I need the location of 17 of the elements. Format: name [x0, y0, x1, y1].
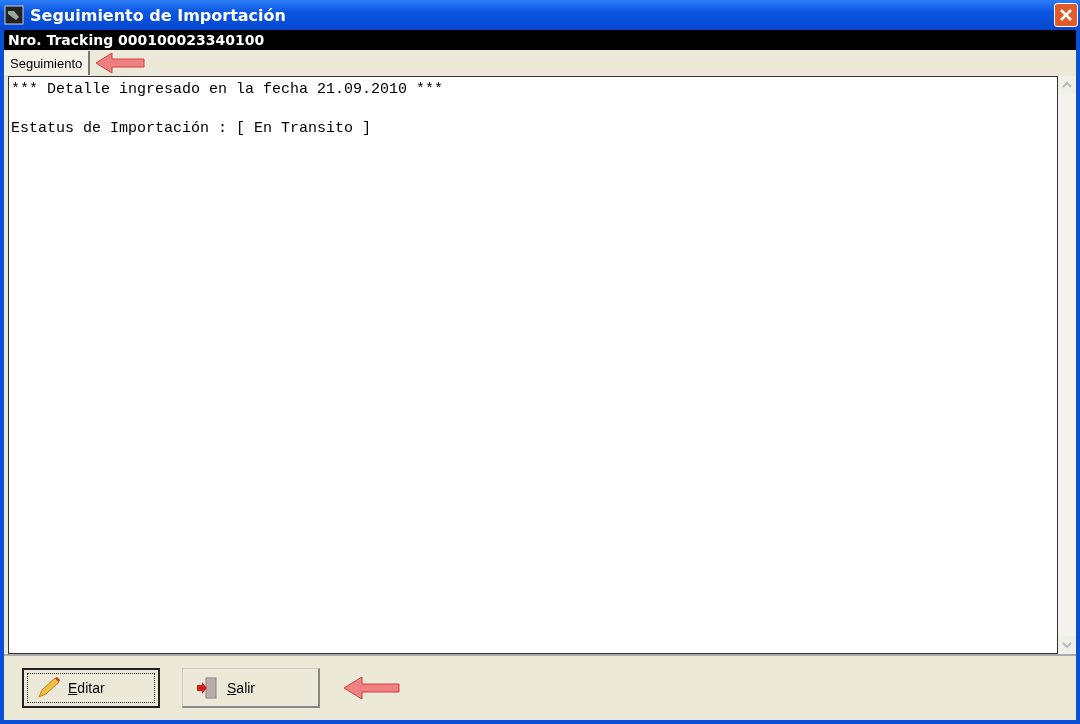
arrow-icon: [94, 51, 147, 75]
scroll-down-icon[interactable]: [1058, 636, 1076, 654]
toolbar-button[interactable]: Salir: [182, 668, 320, 708]
tracking-number: Nro. Tracking 000100023340100: [8, 32, 265, 48]
app-icon: [4, 5, 24, 25]
detail-line: Estatus de Importación : [ En Transito ]: [11, 120, 373, 137]
scroll-up-icon[interactable]: [1058, 76, 1076, 94]
tab[interactable]: Seguimiento: [4, 51, 91, 75]
window-title: Seguimiento de Importación: [30, 5, 287, 25]
detail-text-area[interactable]: *** Detalle ingresado en la fecha 21.09.2010 *** Estatus de Importación : [ En Transito ]: [8, 76, 1058, 654]
detail-line: *** Detalle ingresado en la fecha 21.09.2010 ***: [11, 81, 445, 98]
pencil-icon: [36, 676, 62, 700]
close-icon: [1059, 8, 1073, 22]
arrow-icon: [342, 675, 402, 701]
close-button[interactable]: [1054, 3, 1078, 27]
toolbar-button[interactable]: Editar: [22, 668, 160, 708]
scrollbar[interactable]: [1058, 76, 1076, 654]
